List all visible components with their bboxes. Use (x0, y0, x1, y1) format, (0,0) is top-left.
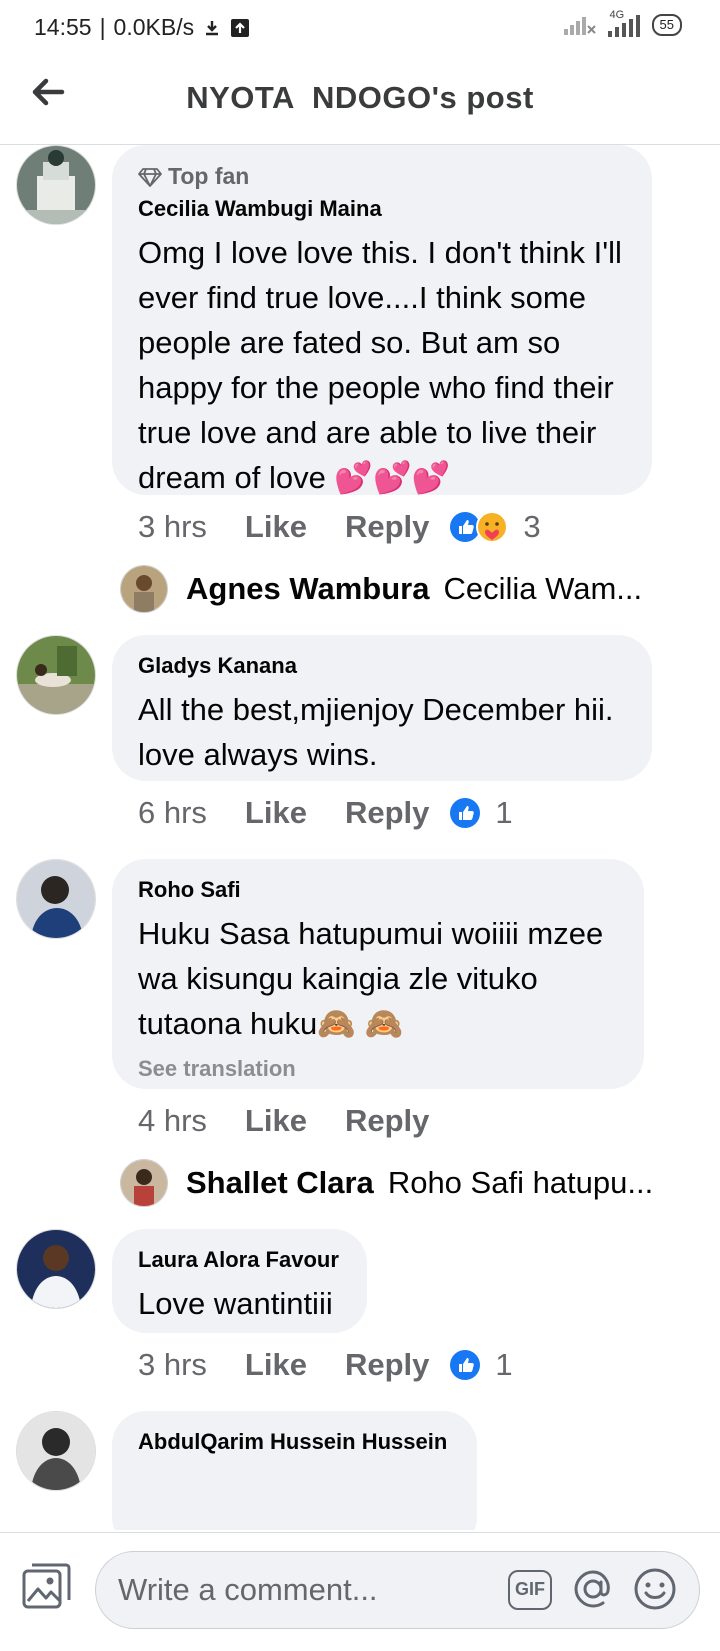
avatar-portrait-image (17, 1412, 95, 1490)
comment-bubble[interactable]: Top fan Cecilia Wambugi Maina Omg I love… (112, 145, 652, 495)
comment-bubble[interactable]: Gladys Kanana All the best,mjienjoy Dece… (112, 635, 652, 781)
comment-author[interactable]: Cecilia Wambugi Maina (138, 196, 626, 222)
comment-time[interactable]: 3 hrs (138, 509, 207, 545)
see-translation-link[interactable]: See translation (138, 1056, 618, 1082)
photo-icon[interactable] (20, 1561, 72, 1613)
comment-input[interactable]: Write a comment... GIF (95, 1551, 700, 1629)
clock: 14:55 (34, 14, 92, 40)
signal-icon (563, 17, 596, 35)
reaction-summary[interactable]: 1 (449, 795, 513, 831)
network-speed: 0.0KB/s (113, 14, 195, 40)
comment-actions: 4 hrs Like Reply (138, 1103, 467, 1139)
avatar-person-image (121, 566, 167, 612)
reaction-summary[interactable]: 3 (449, 509, 541, 545)
signal-4g: 4G (606, 9, 642, 38)
reply-preview[interactable]: Agnes Wambura Cecilia Wam... (120, 565, 642, 613)
reply-author: Shallet Clara (186, 1165, 374, 1200)
avatar-portrait-image (17, 860, 95, 938)
download-icon (206, 20, 219, 35)
reply-button[interactable]: Reply (345, 509, 429, 545)
comment-author[interactable]: Gladys Kanana (138, 653, 626, 679)
like-button[interactable]: Like (245, 1347, 307, 1383)
care-reaction-icon (476, 511, 509, 543)
comment-text: All the best,mjienjoy December hii. love… (138, 692, 614, 772)
comment-bubble[interactable]: AbdulQarim Hussein Hussein (112, 1411, 477, 1530)
comment-list[interactable]: Top fan Cecilia Wambugi Maina Omg I love… (0, 145, 720, 1530)
reply-author: Agnes Wambura (186, 571, 430, 606)
reaction-summary[interactable]: 1 (449, 1347, 513, 1383)
top-fan-label: Top fan (168, 163, 250, 189)
avatar-portrait-image (17, 1230, 95, 1308)
reply-preview[interactable]: Shallet Clara Roho Safi hatupu... (120, 1159, 653, 1207)
avatar[interactable] (16, 145, 96, 225)
like-button[interactable]: Like (245, 509, 307, 545)
avatar[interactable] (120, 565, 168, 613)
like-reaction-icon (450, 1350, 481, 1380)
comment-author[interactable]: Roho Safi (138, 877, 618, 903)
avatar-outdoor-image (17, 636, 95, 714)
comment-text: Love wantintiii (138, 1286, 333, 1321)
comment-author[interactable]: AbdulQarim Hussein Hussein (138, 1429, 451, 1455)
reaction-count: 1 (495, 1347, 513, 1382)
avatar-cake-image (17, 146, 95, 224)
signal-4g-icon (607, 15, 640, 37)
reply-button[interactable]: Reply (345, 1347, 429, 1383)
comment-bubble[interactable]: Laura Alora Favour Love wantintiii (112, 1229, 367, 1333)
status-right: 4G 55 (563, 9, 682, 38)
status-bar: 14:55 | 0.0KB/s 4G 55 (0, 0, 720, 56)
like-button[interactable]: Like (245, 795, 307, 831)
like-button[interactable]: Like (245, 1103, 307, 1139)
status-left: 14:55 | 0.0KB/s (34, 14, 250, 41)
reaction-count: 1 (495, 795, 513, 830)
top-fan-badge: Top fan (138, 163, 626, 190)
comment-time[interactable]: 3 hrs (138, 1347, 207, 1383)
avatar[interactable] (16, 635, 96, 715)
emoji-icon[interactable] (632, 1566, 678, 1612)
like-reaction-icon (450, 798, 481, 828)
avatar[interactable] (120, 1159, 168, 1207)
top-bar: NYOTA NDOGO's post (0, 56, 720, 145)
gif-button[interactable]: GIF (508, 1570, 552, 1610)
battery-icon: 55 (651, 14, 682, 36)
reply-button[interactable]: Reply (345, 795, 429, 831)
page-title: NYOTA NDOGO's post (186, 80, 534, 115)
mention-icon[interactable] (570, 1566, 616, 1612)
comment-composer: Write a comment... GIF (0, 1532, 720, 1651)
avatar[interactable] (16, 1411, 96, 1491)
reply-snippet: Roho Safi hatupu... (387, 1165, 654, 1200)
avatar-person-image (121, 1160, 167, 1206)
avatar[interactable] (16, 859, 96, 939)
comment-time[interactable]: 6 hrs (138, 795, 207, 831)
comment-placeholder: Write a comment... (118, 1572, 378, 1607)
comment-actions: 3 hrs Like Reply 3 (138, 509, 541, 545)
comment-bubble[interactable]: Roho Safi Huku Sasa hatupumui woiiii mze… (112, 859, 644, 1089)
reaction-count: 3 (523, 509, 541, 544)
upload-box-icon (231, 18, 250, 37)
reply-button[interactable]: Reply (345, 1103, 429, 1139)
comment-actions: 6 hrs Like Reply 1 (138, 795, 513, 831)
comment-actions: 3 hrs Like Reply 1 (138, 1347, 513, 1383)
comment-text: Huku Sasa hatupumui woiiii mzee wa kisun… (138, 916, 604, 1041)
diamond-icon (138, 167, 162, 187)
avatar[interactable] (16, 1229, 96, 1309)
reply-snippet: Cecilia Wam... (443, 571, 643, 606)
comment-text: Omg I love love this. I don't think I'll… (138, 235, 622, 495)
comment-time[interactable]: 4 hrs (138, 1103, 207, 1139)
comment-author[interactable]: Laura Alora Favour (138, 1247, 341, 1273)
